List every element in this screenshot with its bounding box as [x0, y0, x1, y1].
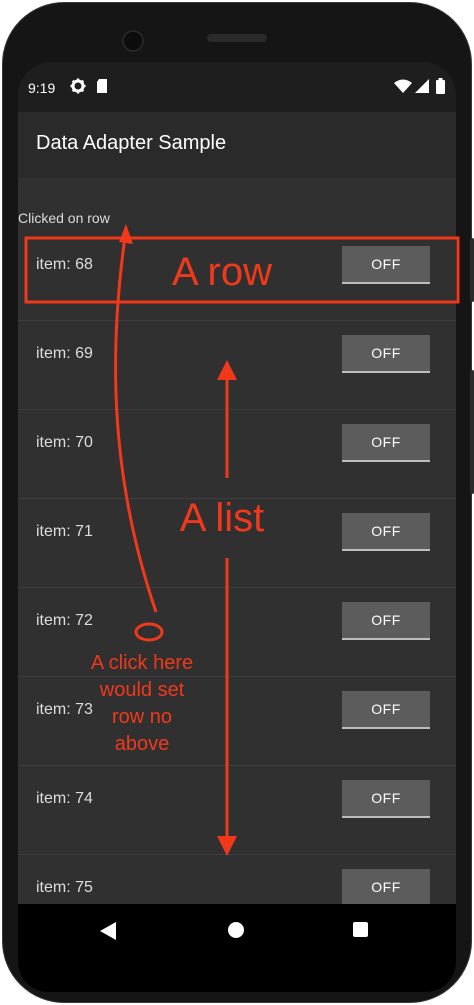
clicked-status-text: Clicked on row	[18, 210, 110, 226]
list-row[interactable]: item: 69 OFF	[18, 321, 456, 410]
gear-icon	[70, 78, 86, 99]
toggle-button[interactable]: OFF	[342, 335, 430, 373]
status-bar: 9:19	[18, 62, 456, 112]
toggle-button[interactable]: OFF	[342, 246, 430, 284]
toggle-button[interactable]: OFF	[342, 869, 430, 904]
phone-frame: 9:19 Data Adapter Sample Clicked on row	[0, 0, 474, 1005]
app-title: Data Adapter Sample	[36, 132, 227, 154]
volume-button	[470, 370, 474, 494]
power-button	[470, 238, 474, 302]
wifi-icon	[394, 78, 412, 99]
row-label: item: 69	[36, 345, 93, 362]
navigation-bar	[18, 904, 456, 992]
click-note-line: row no	[111, 706, 173, 728]
toggle-button[interactable]: OFF	[342, 513, 430, 551]
click-note-line: would set	[99, 679, 185, 701]
list-row[interactable]: item: 70 OFF	[18, 410, 456, 499]
row-label: item: 74	[36, 790, 93, 807]
toggle-button[interactable]: OFF	[342, 424, 430, 462]
app-bar: Data Adapter Sample	[18, 112, 456, 178]
row-label: item: 72	[36, 612, 93, 629]
row-label: item: 71	[36, 523, 93, 540]
signal-icon	[415, 78, 429, 99]
battery-icon	[436, 78, 445, 99]
click-note-line: A click here	[90, 652, 194, 674]
earpiece-speaker	[207, 34, 267, 42]
status-time: 9:19	[28, 80, 56, 96]
sd-card-icon	[96, 78, 108, 99]
row-label: item: 68	[36, 256, 93, 273]
home-icon[interactable]	[228, 922, 244, 938]
click-note-line: above	[114, 733, 170, 755]
list-row[interactable]: item: 75 OFF	[18, 855, 456, 904]
toggle-button[interactable]: OFF	[342, 691, 430, 729]
back-icon[interactable]	[100, 922, 116, 945]
toggle-button[interactable]: OFF	[342, 602, 430, 640]
click-annotation-note: A click here would set row no above	[72, 650, 212, 758]
toggle-button[interactable]: OFF	[342, 780, 430, 818]
row-annotation-label: A row	[171, 250, 273, 294]
row-label: item: 70	[36, 434, 93, 451]
recents-icon[interactable]	[353, 922, 368, 937]
front-camera	[122, 30, 144, 52]
list-row[interactable]: item: 74 OFF	[18, 766, 456, 855]
list-annotation-label: A list	[179, 496, 265, 540]
row-label: item: 75	[36, 879, 93, 896]
